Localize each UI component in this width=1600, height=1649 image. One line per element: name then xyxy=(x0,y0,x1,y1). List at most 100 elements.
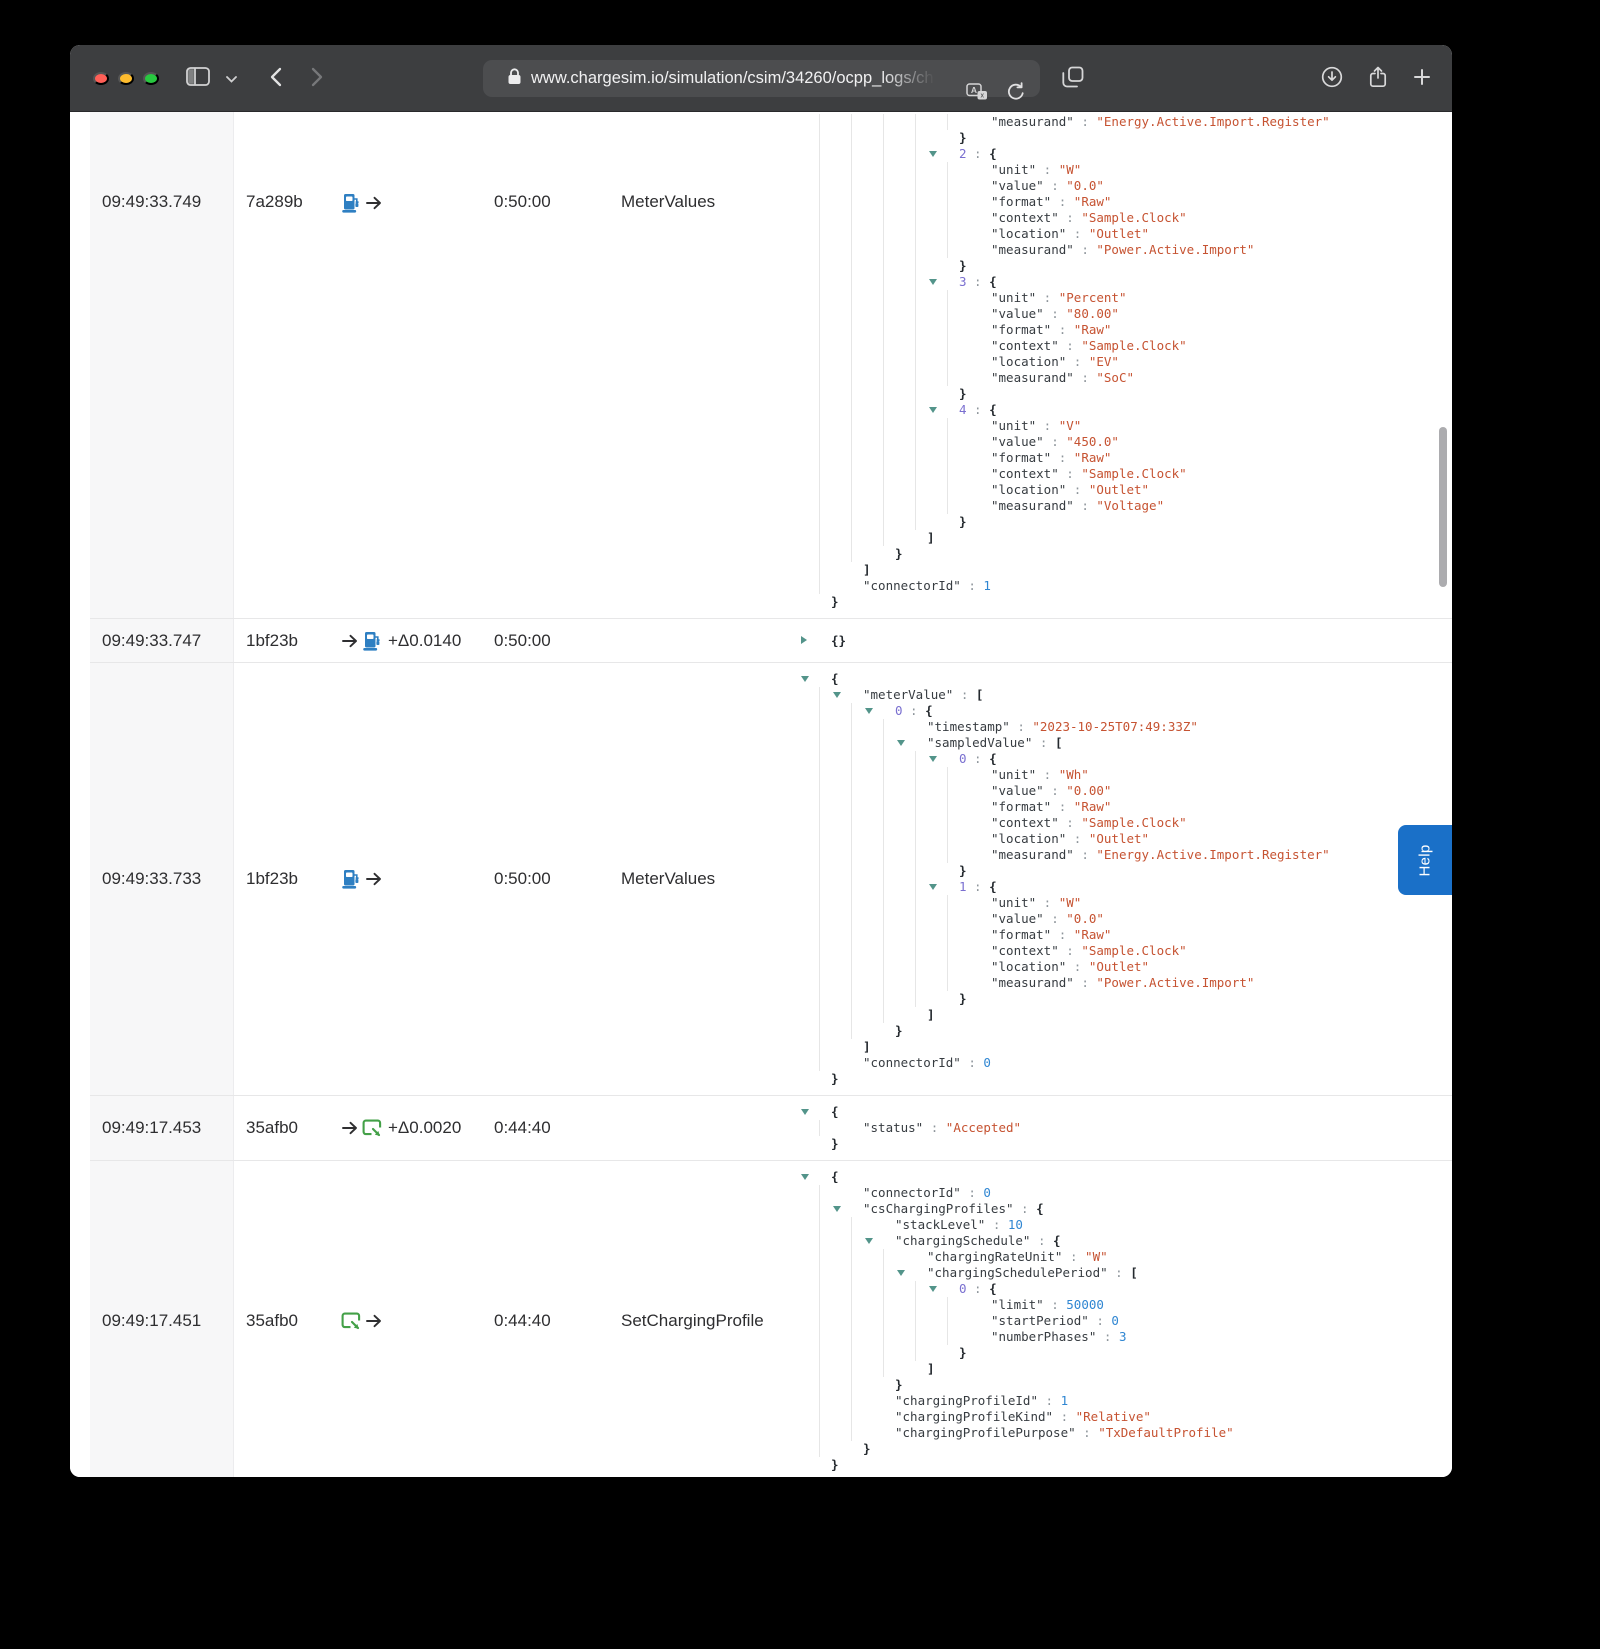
indent-guide xyxy=(819,719,820,735)
log-row[interactable]: 09:49:33.7471bf23b +Δ0.01400:50:00{} xyxy=(90,619,1452,663)
indent-guide xyxy=(819,1345,820,1361)
help-tab[interactable]: Help xyxy=(1398,825,1452,895)
back-button[interactable] xyxy=(260,45,290,111)
message-name-cell xyxy=(621,1096,813,1160)
collapse-toggle-icon[interactable] xyxy=(801,676,809,682)
collapse-toggle-icon[interactable] xyxy=(897,740,905,746)
svg-text:x: x xyxy=(980,92,984,99)
json-line: "value" : "80.00" xyxy=(813,306,1452,322)
json-key: "measurand" xyxy=(991,114,1074,129)
collapse-toggle-icon[interactable] xyxy=(929,279,937,285)
json-line: ] xyxy=(813,1007,1452,1023)
json-string-value: "0.0" xyxy=(1066,178,1104,193)
json-close-bracket: } xyxy=(959,258,967,273)
minimize-window-button[interactable] xyxy=(118,72,134,85)
new-tab-button[interactable] xyxy=(1406,45,1438,111)
json-colon: : xyxy=(961,1055,984,1070)
json-string-value: "Outlet" xyxy=(1089,959,1149,974)
json-colon: : xyxy=(903,703,926,718)
json-line: } xyxy=(813,258,1452,274)
indent-guide xyxy=(851,178,852,194)
json-key: "unit" xyxy=(991,290,1036,305)
indent-guide xyxy=(947,338,948,354)
json-line: ] xyxy=(813,1039,1452,1055)
indent-guide xyxy=(915,815,916,831)
indent-guide xyxy=(819,418,820,434)
log-row[interactable]: 09:49:17.45335afb0 +Δ0.00200:44:40{"stat… xyxy=(90,1096,1452,1161)
close-window-button[interactable] xyxy=(93,72,109,85)
forward-button[interactable] xyxy=(302,45,332,111)
collapse-toggle-icon[interactable] xyxy=(929,884,937,890)
sidebar-menu-chevron[interactable] xyxy=(220,45,242,111)
collapse-toggle-icon[interactable] xyxy=(865,1238,873,1244)
json-colon: : xyxy=(953,687,976,702)
indent-guide xyxy=(819,735,820,751)
collapse-toggle-icon[interactable] xyxy=(865,708,873,714)
json-line: } xyxy=(813,1136,1452,1152)
indent-guide xyxy=(915,210,916,226)
share-button[interactable] xyxy=(1362,45,1394,111)
indent-guide xyxy=(819,514,820,530)
collapse-toggle-icon[interactable] xyxy=(833,1206,841,1212)
time-delta: +Δ0.0020 xyxy=(388,1118,461,1138)
indent-guide xyxy=(819,703,820,719)
json-line: 0 : { xyxy=(813,1281,1452,1297)
log-row[interactable]: 09:49:33.7497a289b 0:50:00MeterValues"me… xyxy=(90,112,1452,619)
json-colon: : xyxy=(1051,799,1074,814)
indent-guide xyxy=(883,386,884,402)
collapse-toggle-icon[interactable] xyxy=(897,1270,905,1276)
sidebar-toggle-button[interactable] xyxy=(182,45,214,111)
json-line: "chargingProfileKind" : "Relative" xyxy=(813,1409,1452,1425)
address-bar[interactable]: www.chargesim.io/simulation/csim/34260/o… xyxy=(483,60,1040,97)
expand-toggle-icon[interactable] xyxy=(801,636,807,644)
json-key: "connectorId" xyxy=(863,1185,961,1200)
indent-guide xyxy=(851,783,852,799)
zoom-window-button[interactable] xyxy=(143,72,159,85)
json-open-bracket: { xyxy=(925,703,933,718)
indent-guide xyxy=(915,146,916,162)
downloads-button[interactable] xyxy=(1316,45,1348,111)
message-id: 1bf23b xyxy=(246,631,341,651)
log-timestamp: 09:49:33.749 xyxy=(102,192,233,212)
indent-guide xyxy=(819,290,820,306)
json-string-value: "Voltage" xyxy=(1096,498,1164,513)
log-timestamp-cell: 09:49:17.451 xyxy=(90,1161,234,1477)
browser-titlebar: www.chargesim.io/simulation/csim/34260/o… xyxy=(70,45,1452,112)
chevron-down-icon xyxy=(226,71,237,86)
json-string-value: "Raw" xyxy=(1074,927,1112,942)
json-line: 2 : { xyxy=(813,146,1452,162)
collapse-toggle-icon[interactable] xyxy=(929,756,937,762)
json-colon: : xyxy=(1010,719,1033,734)
log-row[interactable]: 09:49:17.45135afb0 0:44:40SetChargingPro… xyxy=(90,1161,1452,1477)
indent-guide xyxy=(883,879,884,895)
collapse-toggle-icon[interactable] xyxy=(801,1109,809,1115)
message-name: MeterValues xyxy=(621,869,813,889)
indent-guide xyxy=(819,274,820,290)
log-row[interactable]: 09:49:33.7331bf23b 0:50:00MeterValues{"m… xyxy=(90,663,1452,1096)
indent-guide xyxy=(819,146,820,162)
collapse-toggle-icon[interactable] xyxy=(929,407,937,413)
collapse-toggle-icon[interactable] xyxy=(929,151,937,157)
json-close-bracket: } xyxy=(831,1457,839,1472)
json-index: 4 xyxy=(959,402,967,417)
collapse-toggle-icon[interactable] xyxy=(833,692,841,698)
direction-cluster xyxy=(341,868,494,890)
json-string-value: "SoC" xyxy=(1096,370,1134,385)
indent-guide xyxy=(883,162,884,178)
tab-overview-button[interactable] xyxy=(1057,45,1089,111)
json-string-value: "Raw" xyxy=(1074,322,1112,337)
json-open-bracket: { xyxy=(831,1169,839,1184)
vertical-scrollbar[interactable] xyxy=(1439,427,1447,587)
json-colon: : xyxy=(1062,1249,1085,1264)
collapse-toggle-icon[interactable] xyxy=(801,1174,809,1180)
json-line: "location" : "EV" xyxy=(813,354,1452,370)
charge-station-icon xyxy=(362,630,383,652)
log-timestamp: 09:49:33.747 xyxy=(102,631,233,651)
json-line: "unit" : "W" xyxy=(813,895,1452,911)
indent-guide xyxy=(851,386,852,402)
collapse-toggle-icon[interactable] xyxy=(929,1286,937,1292)
indent-guide xyxy=(819,306,820,322)
indent-guide xyxy=(819,210,820,226)
indent-guide xyxy=(851,799,852,815)
json-open-bracket: { xyxy=(1053,1233,1061,1248)
